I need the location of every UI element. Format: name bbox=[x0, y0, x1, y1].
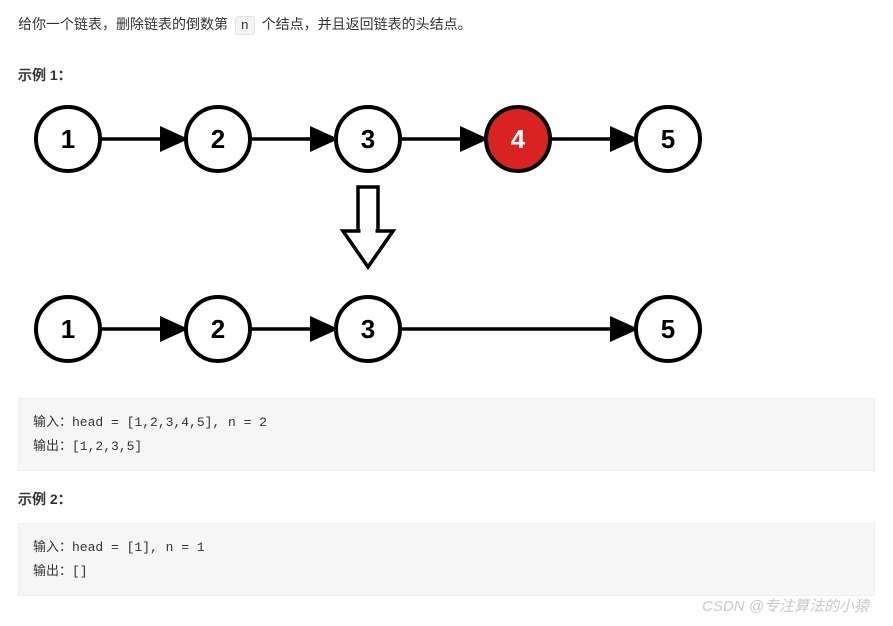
svg-text:1: 1 bbox=[61, 124, 75, 154]
example-1-io: 输入：head = [1,2,3,4,5], n = 2 输出：[1,2,3,5… bbox=[18, 398, 875, 471]
before-row: 1 2 3 4 5 bbox=[36, 107, 700, 171]
after-row: 1 2 3 5 bbox=[36, 297, 700, 361]
transform-arrow-icon bbox=[343, 187, 393, 267]
desc-pre: 给你一个链表，删除链表的倒数第 bbox=[18, 16, 232, 32]
svg-text:1: 1 bbox=[61, 314, 75, 344]
example-2-io: 输入：head = [1], n = 1 输出：[] bbox=[18, 523, 875, 596]
svg-text:3: 3 bbox=[361, 124, 375, 154]
desc-post: 个结点，并且返回链表的头结点。 bbox=[258, 16, 472, 32]
svg-text:2: 2 bbox=[211, 124, 225, 154]
svg-text:5: 5 bbox=[661, 124, 675, 154]
svg-text:4: 4 bbox=[511, 124, 526, 154]
svg-text:3: 3 bbox=[361, 314, 375, 344]
example-2-title: 示例 2： bbox=[18, 489, 875, 509]
svg-text:2: 2 bbox=[211, 314, 225, 344]
watermark: CSDN @专注算法的小猿 bbox=[702, 595, 869, 616]
example-1-title: 示例 1： bbox=[18, 65, 875, 85]
linked-list-diagram: 1 2 3 4 5 1 2 3 5 bbox=[18, 99, 875, 392]
var-n: n bbox=[235, 16, 255, 35]
svg-text:5: 5 bbox=[661, 314, 675, 344]
problem-description: 给你一个链表，删除链表的倒数第 n 个结点，并且返回链表的头结点。 bbox=[18, 12, 875, 37]
